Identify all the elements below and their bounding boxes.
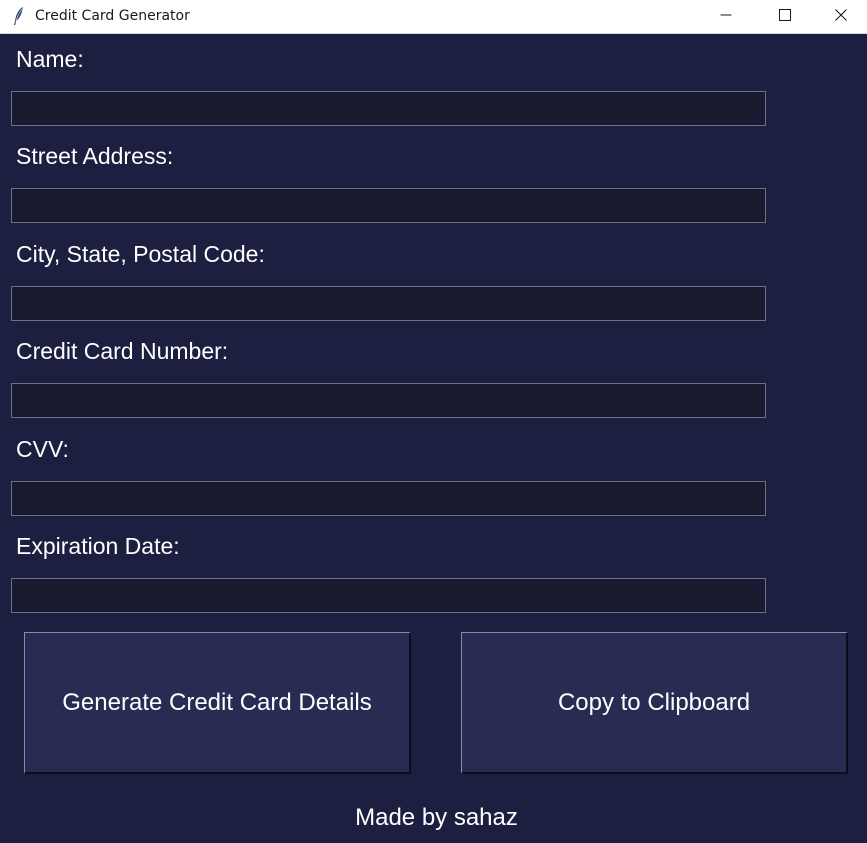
generate-button[interactable]: Generate Credit Card Details bbox=[24, 632, 411, 774]
copy-to-clipboard-button[interactable]: Copy to Clipboard bbox=[461, 632, 848, 774]
window-title: Credit Card Generator bbox=[35, 8, 190, 24]
cvv-field[interactable] bbox=[11, 481, 766, 516]
city-state-postal-label: City, State, Postal Code: bbox=[16, 241, 265, 267]
maximize-icon bbox=[779, 8, 791, 26]
expiration-date-field[interactable] bbox=[11, 578, 766, 613]
cvv-label: CVV: bbox=[16, 436, 69, 462]
close-button[interactable] bbox=[815, 0, 867, 34]
minimize-icon bbox=[720, 8, 732, 26]
street-address-field[interactable] bbox=[11, 188, 766, 223]
footer-credit: Made by sahaz bbox=[355, 804, 518, 831]
maximize-button[interactable] bbox=[756, 0, 814, 34]
credit-card-number-field[interactable] bbox=[11, 383, 766, 418]
credit-card-number-label: Credit Card Number: bbox=[16, 338, 229, 364]
minimize-button[interactable] bbox=[697, 0, 755, 34]
expiration-date-label: Expiration Date: bbox=[16, 533, 180, 559]
name-label: Name: bbox=[16, 46, 84, 72]
feather-icon bbox=[10, 6, 28, 26]
close-icon bbox=[835, 8, 847, 26]
main-content: Name: Street Address: City, State, Posta… bbox=[0, 34, 867, 843]
street-address-label: Street Address: bbox=[16, 143, 174, 169]
title-bar: Credit Card Generator bbox=[0, 0, 867, 34]
generate-button-label: Generate Credit Card Details bbox=[62, 688, 372, 716]
name-field[interactable] bbox=[11, 91, 766, 126]
city-state-postal-field[interactable] bbox=[11, 286, 766, 321]
copy-button-label: Copy to Clipboard bbox=[557, 688, 751, 716]
